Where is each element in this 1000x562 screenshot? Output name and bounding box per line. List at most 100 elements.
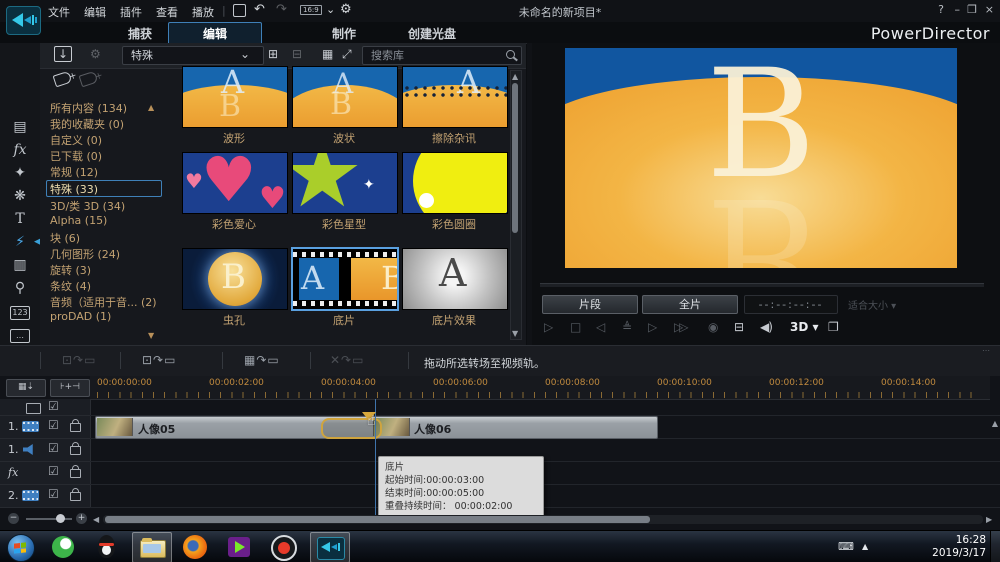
category-stripes[interactable]: 条纹 (4) [50,278,158,293]
stop-icon[interactable]: □ [570,320,581,334]
tray-input-method-icon[interactable]: ⌨ [838,540,854,553]
transition-item[interactable]: A 底片效果 [402,248,506,328]
zoom-out-button[interactable]: − [8,513,19,524]
transition-room-icon[interactable]: ⚡ [9,234,31,254]
apply-random-group-icon[interactable]: ▦↷▭ [244,353,280,367]
category-downloaded[interactable]: 已下载 (0) [50,148,158,163]
media-room-icon[interactable]: ▤ [9,119,31,139]
zoom-slider-knob[interactable] [56,514,65,523]
start-button[interactable] [7,534,35,562]
category-block[interactable]: 块 (6) [50,230,158,245]
category-all[interactable]: 所有内容 (134) [50,100,158,115]
title-room-icon[interactable]: T [9,211,31,231]
transition-item[interactable]: ♥ ♥ ♥ 彩色爱心 [182,152,286,232]
track-enable-checkbox[interactable]: ☑ [48,487,59,501]
next-frame-icon[interactable]: ▷ [648,320,657,334]
segment-button[interactable]: 片段 [542,295,638,314]
undo-icon[interactable]: ↶ [254,2,265,17]
menu-file[interactable]: 文件 [48,4,70,20]
show-desktop-button[interactable] [990,531,1000,562]
category-special[interactable]: 特殊 (33) [46,180,162,197]
track-manager-button[interactable]: ▦⇣ [6,379,46,397]
transition-item-selected[interactable]: A B 底片 [292,248,396,328]
filter-dropdown-icon[interactable]: ⌄ [240,47,250,61]
3d-mode-button[interactable]: 3D ▾ [790,320,819,334]
taskbar-qq-icon[interactable] [88,532,126,561]
help-button[interactable]: ? [938,3,944,16]
zoom-slider-track[interactable] [26,518,72,520]
minimize-button[interactable]: – [955,3,961,16]
popout-player-icon[interactable]: ❐ [828,320,839,334]
search-input[interactable]: 搜索库 [362,46,522,65]
transition-item[interactable]: B 虫孔 [182,248,286,328]
grid-view-icon[interactable]: ▦ [322,47,333,61]
transition-item[interactable]: A B 波形 [182,66,286,146]
download-from-cloud-icon[interactable]: ⚙ [90,47,101,61]
track-enable-checkbox[interactable]: ☑ [48,418,59,432]
transition-item[interactable]: ★ ✦ 彩色星型 [292,152,396,232]
track-lock-icon[interactable] [70,446,81,455]
category-favorites[interactable]: 我的收藏夹 (0) [50,116,158,131]
preview-video-stage[interactable]: B B [565,48,957,268]
chapter-room-icon[interactable]: 123 [9,303,31,323]
timeline-ruler[interactable]: 00:00:00:00 00:00:02:00 00:00:04:00 00:0… [90,376,990,400]
category-audio[interactable]: 音频（适用于音... (2) [50,294,158,309]
track-lock-icon[interactable] [70,469,81,478]
aspect-dropdown-icon[interactable]: ⌄ [326,3,335,16]
category-prodad[interactable]: proDAD (1) [50,310,158,325]
remove-folder-icon[interactable]: ⊟ [292,47,302,61]
tab-create-disc[interactable]: 创建光盘 [408,25,456,42]
library-scrollbar[interactable]: ▲ ▼ [510,70,522,340]
remove-transition-group-icon[interactable]: ✕↷▭ [330,353,364,367]
hscroll-left-icon[interactable]: ◀ [93,515,99,524]
category-geometry[interactable]: 几何图形 (24) [50,246,158,261]
settings-gear-icon[interactable]: ⚙ [340,2,352,17]
taskbar-recorder-icon[interactable] [264,532,302,561]
transition-item[interactable]: 彩色圆圈 [402,152,506,232]
effect-room-icon[interactable]: fx [9,142,31,162]
apply-to-video-track-icon[interactable]: ⊡↷▭ [142,353,176,367]
aspect-ratio-selector[interactable]: 16:9 [300,5,322,15]
transition-item[interactable]: A B 波状 [292,66,396,146]
category-3d[interactable]: 3D/类 3D (34) [50,198,158,213]
tray-clock[interactable]: 16:28 2019/3/17 [932,534,986,560]
track-enable-checkbox[interactable]: ☑ [48,464,59,478]
remove-tag-icon[interactable] [79,71,99,88]
particle-room-icon[interactable]: ❋ [9,188,31,208]
scroll-down-icon[interactable]: ▼ [512,329,518,338]
track-enable-checkbox[interactable]: ☑ [48,399,59,413]
subtitle-room-icon[interactable]: … [9,326,31,346]
range-select-button[interactable]: ⊦+⊣ [50,379,90,397]
fit-size-dropdown[interactable]: 适合大小 ▾ [848,297,896,312]
voiceover-room-icon[interactable]: ⚲ [9,280,31,300]
tab-produce[interactable]: 制作 [332,25,356,42]
category-alpha[interactable]: Alpha (15) [50,214,158,229]
close-button[interactable]: × [985,3,994,16]
add-tag-icon[interactable] [53,71,73,88]
timeline-scroll-up-icon[interactable]: ▲ [992,419,998,428]
thumbnail-size-icon[interactable]: ⤢ [342,47,352,62]
fast-forward-icon[interactable]: ▷▷ [674,320,684,334]
display-options-icon[interactable]: ⊟ [734,320,744,334]
track-lock-icon[interactable] [70,492,81,501]
pip-objects-room-icon[interactable]: ✦ [9,165,31,185]
track-lock-icon[interactable] [70,423,81,432]
tab-edit[interactable]: 编辑 [168,22,262,45]
taskbar-firefox-icon[interactable] [176,532,214,561]
taskbar-powerdirector-icon[interactable] [310,532,350,562]
menu-play[interactable]: 播放 [192,4,214,20]
hscroll-right-icon[interactable]: ▶ [986,515,992,524]
save-icon[interactable] [233,4,246,17]
menu-view[interactable]: 查看 [156,4,178,20]
tab-capture[interactable]: 捕获 [128,25,152,42]
apply-fade-group-icon[interactable]: ⊡↷▭ [62,353,96,367]
tray-show-hidden-icon[interactable]: ▲ [862,542,868,551]
category-scroll-up-icon[interactable]: ▲ [148,103,154,112]
new-folder-icon[interactable]: ⊞ [268,47,278,61]
audio-mixing-room-icon[interactable]: ▥ [9,257,31,277]
full-movie-button[interactable]: 全片 [642,295,738,314]
preview-scrubber[interactable] [540,283,984,287]
scroll-up-icon[interactable]: ▲ [512,72,518,81]
taskbar-browser-icon[interactable] [44,532,82,561]
category-rotate[interactable]: 旋转 (3) [50,262,158,277]
